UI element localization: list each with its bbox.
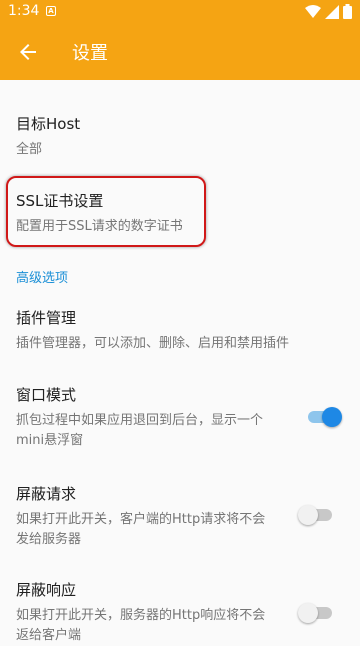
pref-title: 屏蔽请求: [16, 485, 77, 503]
block-response-switch[interactable]: [298, 603, 334, 623]
pref-summary: 抓包过程中如果应用退回到后台，显示一个 mini悬浮窗: [16, 411, 301, 451]
pref-summary: 全部: [16, 142, 43, 157]
pref-title: 目标Host: [16, 115, 81, 133]
pref-window-mode[interactable]: 窗口模式 抓包过程中如果应用退回到后台，显示一个 mini悬浮窗: [16, 385, 301, 451]
pref-summary: 如果打开此开关，服务器的Http响应将不会 返给客户端: [16, 606, 301, 646]
summary-line: 抓包过程中如果应用退回到后台，显示一个: [16, 413, 264, 428]
status-bar: 1:34 A: [0, 0, 360, 24]
signal-icon: [325, 4, 339, 19]
summary-line: 返给客户端: [16, 628, 82, 643]
pref-summary: 如果打开此开关，客户端的Http请求将不会 发给服务器: [16, 510, 301, 550]
switch-thumb: [298, 603, 318, 623]
switch-thumb: [298, 505, 318, 525]
highlight-box: [6, 176, 206, 247]
wifi-icon: [305, 4, 321, 18]
pref-title: 插件管理: [16, 309, 77, 327]
status-time: 1:34: [8, 3, 40, 19]
page-title: 设置: [72, 43, 108, 64]
summary-line: 如果打开此开关，客户端的Http请求将不会: [16, 512, 266, 527]
summary-line: mini悬浮窗: [16, 433, 84, 448]
pref-block-request[interactable]: 屏蔽请求 如果打开此开关，客户端的Http请求将不会 发给服务器: [16, 484, 301, 550]
pref-title: 窗口模式: [16, 386, 77, 404]
switch-thumb: [322, 407, 342, 427]
pref-block-response[interactable]: 屏蔽响应 如果打开此开关，服务器的Http响应将不会 返给客户端: [16, 580, 301, 646]
summary-line: 发给服务器: [16, 532, 82, 547]
pref-title: 屏蔽响应: [16, 581, 77, 599]
pref-plugin-management[interactable]: 插件管理 插件管理器，可以添加、删除、启用和禁用插件: [16, 308, 346, 354]
pref-summary: 插件管理器，可以添加、删除、启用和禁用插件: [16, 336, 290, 351]
category-header-advanced: 高级选项: [16, 271, 69, 286]
notification-icon: A: [46, 6, 56, 16]
back-arrow-icon[interactable]: [16, 40, 40, 64]
block-request-switch[interactable]: [298, 505, 334, 525]
pref-target-host[interactable]: 目标Host 全部: [16, 114, 316, 160]
summary-line: 如果打开此开关，服务器的Http响应将不会: [16, 608, 266, 623]
battery-icon: [343, 4, 352, 19]
app-bar: 设置: [0, 24, 360, 80]
window-mode-switch[interactable]: [306, 407, 342, 427]
